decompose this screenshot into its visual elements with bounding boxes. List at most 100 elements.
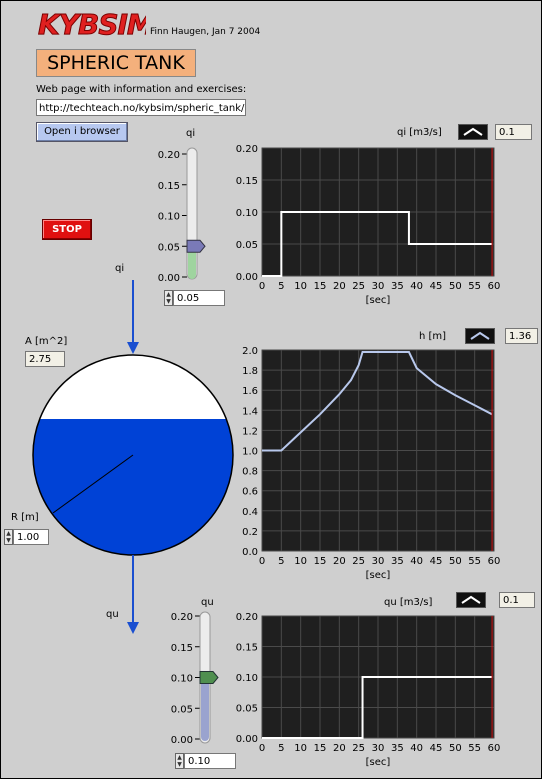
qi-chart-legend: qi [m3/s]: [397, 127, 442, 138]
x-tick-label: 35: [391, 743, 404, 754]
x-tick-label: 15: [314, 281, 327, 292]
slider-tick-label: 0.15: [158, 181, 180, 192]
y-tick-label: 0.2: [242, 527, 258, 538]
qi-slider-ticks: 0.200.150.100.050.00: [158, 150, 187, 284]
x-tick-label: 0: [259, 743, 265, 754]
y-tick-label: 1.6: [242, 386, 258, 397]
h-chart-legend: h [m]: [419, 331, 447, 342]
y-tick-label: 0.4: [242, 507, 258, 518]
logo-text: KYBSIM: [38, 8, 146, 41]
web-label: Web page with information and exercises:: [36, 84, 247, 95]
tank-diagram: [32, 280, 234, 634]
qu-chart-legend: qu [m3/s]: [384, 597, 433, 608]
y-tick-label: 0.05: [236, 240, 258, 251]
x-tick-label: 40: [410, 281, 423, 292]
x-tick-label: 60: [488, 281, 501, 292]
radius-label: R [m]: [11, 512, 39, 523]
x-tick-label: 30: [372, 743, 385, 754]
x-tick-label: 35: [391, 281, 404, 292]
qi-plot-legend-icon[interactable]: [458, 124, 488, 140]
x-tick-label: 15: [314, 556, 327, 567]
x-tick-label: 60: [488, 743, 501, 754]
x-tick-label: 45: [430, 743, 443, 754]
y-tick-label: 0.00: [236, 734, 258, 745]
qi-chart: 0 5 10 15 20 25 30 35 40 45 50 55 60 0.00 0.05 0.10 0.15…: [236, 144, 501, 306]
h-chart: 0 5 10 15 20 25 30 35 40 45 50 55 60 0.0 0.2 0.4 0.6 0.8 1…: [242, 346, 501, 581]
stop-button[interactable]: STOP: [42, 219, 92, 240]
slider-tick-label: 0.05: [158, 242, 180, 253]
qu-arrow-label: qu: [106, 609, 119, 620]
x-tick-label: 50: [449, 281, 462, 292]
radius-stepper[interactable]: ▲ ▼: [4, 529, 13, 545]
open-browser-button[interactable]: Open i browser: [36, 122, 128, 142]
x-tick-label: 5: [278, 743, 284, 754]
qi-slider-label: qi: [186, 128, 196, 139]
qi-chart-value: 0.1: [495, 124, 532, 140]
kybsim-logo: KYBSIM: [38, 8, 147, 42]
qi-slider-knob: [186, 239, 206, 253]
area-display: 2.75: [25, 351, 65, 367]
x-tick-label: 15: [314, 743, 327, 754]
qu-slider-knob: [199, 671, 219, 684]
y-tick-label: 0.15: [236, 176, 258, 187]
x-tick-label: 45: [430, 281, 443, 292]
x-tick-label: 10: [294, 743, 307, 754]
x-tick-label: 0: [259, 556, 265, 567]
y-tick-label: 0.8: [242, 467, 258, 478]
y-tick-label: 0.15: [236, 643, 258, 654]
area-label: A [m^2]: [25, 336, 68, 347]
x-tick-label: 20: [333, 556, 346, 567]
x-axis-label: [sec]: [366, 295, 391, 306]
y-tick-label: 1.0: [242, 447, 258, 458]
x-tick-label: 20: [333, 281, 346, 292]
slider-tick-label: 0.10: [171, 674, 193, 685]
x-tick-label: 40: [410, 743, 423, 754]
x-tick-label: 20: [333, 743, 346, 754]
x-tick-label: 45: [430, 556, 443, 567]
y-tick-label: 0.10: [236, 673, 258, 684]
slider-tick-label: 0.00: [171, 735, 193, 746]
x-tick-label: 50: [449, 556, 462, 567]
qu-chart: 0 5 10 15 20 25 30 35 40 45 50 55 60 0.00 0.05 0.10 0.15…: [236, 612, 501, 768]
x-tick-label: 5: [278, 556, 284, 567]
qu-plot-legend-icon[interactable]: [456, 592, 486, 608]
x-tick-label: 30: [372, 556, 385, 567]
x-tick-label: 60: [488, 556, 501, 567]
x-tick-label: 35: [391, 556, 404, 567]
y-tick-label: 0.6: [242, 487, 258, 498]
qu-chart-value: 0.1: [499, 592, 535, 608]
y-tick-label: 0.05: [236, 704, 258, 715]
x-tick-label: 40: [410, 556, 423, 567]
x-tick-label: 25: [352, 743, 365, 754]
y-tick-label: 0.20: [236, 612, 258, 623]
y-tick-label: 1.8: [242, 366, 258, 377]
x-tick-label: 5: [278, 281, 284, 292]
slider-tick-label: 0.05: [171, 704, 193, 715]
y-tick-label: 0.10: [236, 208, 258, 219]
x-tick-label: 10: [294, 556, 307, 567]
page-title: SPHERIC TANK: [36, 49, 196, 77]
x-axis-label: [sec]: [366, 570, 391, 581]
outflow-arrow-head: [127, 622, 139, 634]
x-tick-label: 55: [468, 556, 481, 567]
x-tick-label: 55: [468, 743, 481, 754]
x-tick-label: 0: [259, 281, 265, 292]
qu-slider-fill: [201, 677, 209, 741]
x-tick-label: 25: [352, 281, 365, 292]
radius-input[interactable]: 1.00: [13, 529, 49, 545]
url-field[interactable]: http://techteach.no/kybsim/spheric_tank/: [36, 99, 246, 116]
x-tick-label: 55: [468, 281, 481, 292]
x-axis-label: [sec]: [366, 757, 391, 768]
y-tick-label: 0.00: [236, 272, 258, 283]
y-tick-label: 1.4: [242, 406, 258, 417]
y-tick-label: 0.20: [236, 144, 258, 155]
x-tick-label: 10: [294, 281, 307, 292]
x-tick-label: 25: [352, 556, 365, 567]
y-tick-label: 2.0: [242, 346, 258, 357]
y-tick-label: 0.0: [242, 547, 258, 558]
qu-stepper[interactable]: ▲ ▼: [175, 753, 184, 769]
author-credit: Finn Haugen, Jan 7 2004: [150, 27, 261, 37]
y-tick-label: 1.2: [242, 426, 258, 437]
x-tick-label: 30: [372, 281, 385, 292]
qi-slider[interactable]: 0.200.150.100.050.00: [150, 140, 220, 285]
